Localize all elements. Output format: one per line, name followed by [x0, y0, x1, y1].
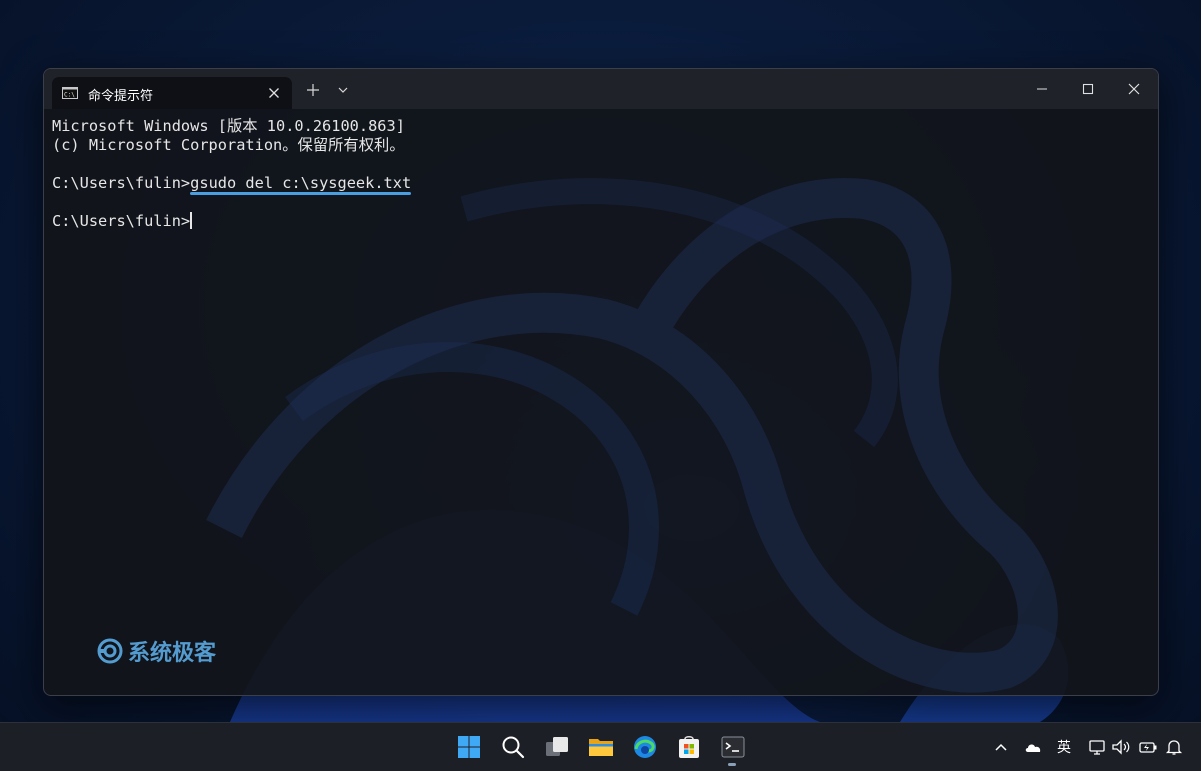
- command-value: gsudo del c:\sysgeek.txt: [190, 174, 412, 192]
- active-app-indicator: [728, 763, 736, 766]
- console-command-line: C:\Users\fulin>gsudo del c:\sysgeek.txt: [52, 174, 1150, 195]
- network-icon[interactable]: [1088, 737, 1106, 757]
- console-current-line[interactable]: C:\Users\fulin>: [52, 212, 1150, 231]
- tab-command-prompt[interactable]: C:\ 命令提示符: [52, 77, 292, 109]
- prompt: C:\Users\fulin>: [52, 212, 191, 230]
- watermark: 系统极客: [96, 636, 216, 666]
- minimize-icon[interactable]: [1035, 82, 1049, 96]
- onedrive-icon[interactable]: [1023, 737, 1043, 757]
- close-icon[interactable]: [1127, 82, 1141, 96]
- sysgeek-logo-icon: [97, 638, 123, 664]
- watermark-text: 系统极客: [128, 641, 217, 666]
- start-icon[interactable]: [455, 733, 483, 761]
- ime-indicator[interactable]: 英: [1057, 737, 1073, 757]
- console-line-version: Microsoft Windows [版本 10.0.26100.863]: [52, 117, 405, 135]
- terminal-icon[interactable]: [719, 733, 747, 761]
- highlight-underline: [190, 192, 412, 195]
- tab-title: 命令提示符: [88, 89, 154, 104]
- edge-icon[interactable]: [631, 733, 659, 761]
- chevron-down-icon[interactable]: [337, 84, 349, 96]
- console-output[interactable]: Microsoft Windows [版本 10.0.26100.863] (c…: [52, 117, 1150, 687]
- volume-icon[interactable]: [1111, 737, 1131, 757]
- title-bar: C:\ 命令提示符: [44, 69, 1158, 109]
- tab-close-icon[interactable]: [266, 85, 282, 101]
- svg-text:C:\: C:\: [64, 92, 75, 99]
- file-explorer-icon[interactable]: [587, 733, 615, 761]
- chevron-up-icon[interactable]: [993, 737, 1009, 757]
- search-icon[interactable]: [499, 733, 527, 761]
- terminal-window: C:\ 命令提示符 Microsoft Windows [版本 10.0.261…: [43, 68, 1159, 696]
- new-tab-plus-icon[interactable]: [306, 83, 320, 97]
- text-cursor: [190, 212, 192, 229]
- store-icon[interactable]: [675, 733, 703, 761]
- cmd-icon: C:\: [62, 87, 78, 99]
- notification-icon[interactable]: [1165, 737, 1183, 757]
- console-line-copyright: (c) Microsoft Corporation。保留所有权利。: [52, 136, 405, 154]
- battery-icon[interactable]: [1138, 737, 1158, 757]
- command-text: gsudo del c:\sysgeek.txt: [190, 174, 412, 195]
- prompt: C:\Users\fulin>: [52, 174, 191, 192]
- maximize-icon[interactable]: [1081, 82, 1095, 96]
- taskbar: 英: [0, 722, 1201, 771]
- task-view-icon[interactable]: [543, 733, 571, 761]
